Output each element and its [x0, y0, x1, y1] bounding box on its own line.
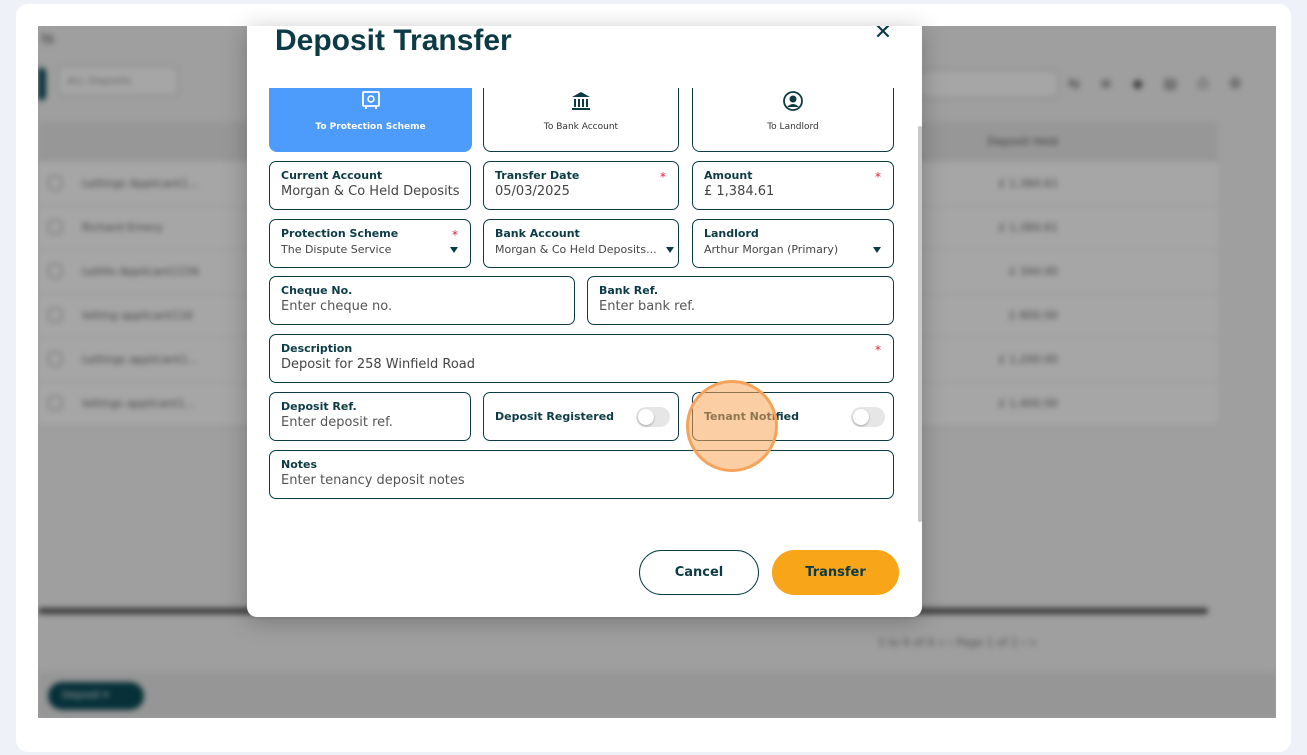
field-label: Description	[281, 342, 353, 355]
tenant-notified-field: Tenant Notified	[692, 392, 894, 441]
field-placeholder: Enter cheque no.	[281, 299, 393, 314]
bank-ref-input[interactable]: Bank Ref. Enter bank ref.	[587, 276, 894, 325]
protection-scheme-select[interactable]: Protection Scheme The Dispute Service *	[269, 219, 471, 268]
field-value: 05/03/2025	[495, 184, 570, 199]
tab-to-protection-scheme[interactable]: To Protection Scheme	[269, 88, 472, 152]
required-marker: *	[875, 343, 881, 357]
description-input[interactable]: Description Deposit for 258 Winfield Roa…	[269, 334, 894, 383]
field-label: Notes	[281, 458, 318, 471]
deposit-registered-toggle[interactable]	[636, 407, 670, 427]
user-circle-icon	[693, 90, 893, 112]
notes-input[interactable]: Notes Enter tenancy deposit notes	[269, 450, 894, 499]
deposit-registered-field: Deposit Registered	[483, 392, 679, 441]
bank-icon	[484, 90, 678, 112]
close-icon[interactable]: ✕	[871, 26, 895, 46]
field-value: £ 1,384.61	[704, 184, 775, 199]
chevron-down-icon	[666, 247, 674, 253]
field-label: Deposit Ref.	[281, 400, 357, 413]
deposit-transfer-modal: Deposit Transfer ✕ To Protection Scheme …	[247, 26, 922, 617]
tenant-notified-toggle[interactable]	[851, 407, 885, 427]
tab-to-bank-account[interactable]: To Bank Account	[483, 88, 679, 152]
tab-label: To Landlord	[767, 122, 819, 132]
required-marker: *	[660, 170, 666, 184]
transfer-date-field[interactable]: Transfer Date 05/03/2025 *	[483, 161, 679, 210]
deposit-ref-input[interactable]: Deposit Ref. Enter deposit ref.	[269, 392, 471, 441]
field-placeholder: Enter bank ref.	[599, 299, 695, 314]
field-placeholder: Enter tenancy deposit notes	[281, 473, 465, 488]
chevron-down-icon	[873, 247, 881, 253]
tab-to-landlord[interactable]: To Landlord	[692, 88, 894, 152]
field-label: Bank Ref.	[599, 284, 659, 297]
tab-label: To Protection Scheme	[315, 122, 426, 132]
field-value: Morgan & Co Held Deposits...	[495, 243, 657, 256]
required-marker: *	[452, 228, 458, 242]
cancel-button[interactable]: Cancel	[639, 550, 759, 595]
transfer-button[interactable]: Transfer	[772, 550, 899, 595]
bank-account-select[interactable]: Bank Account Morgan & Co Held Deposits..…	[483, 219, 679, 268]
field-label: Protection Scheme	[281, 227, 399, 240]
toggle-label: Tenant Notified	[704, 410, 799, 423]
field-label: Current Account	[281, 169, 383, 182]
cheque-no-input[interactable]: Cheque No. Enter cheque no.	[269, 276, 575, 325]
field-placeholder: Enter deposit ref.	[281, 415, 393, 430]
required-marker: *	[875, 170, 881, 184]
modal-title: Deposit Transfer	[275, 26, 512, 57]
field-value: The Dispute Service	[281, 243, 392, 256]
field-value: Arthur Morgan (Primary)	[704, 243, 839, 256]
field-label: Transfer Date	[495, 169, 580, 182]
modal-scrollbar[interactable]	[918, 126, 922, 522]
field-value: Morgan & Co Held Deposits	[281, 184, 459, 199]
toggle-label: Deposit Registered	[495, 410, 615, 423]
tab-label: To Bank Account	[543, 122, 619, 132]
safe-icon	[270, 90, 471, 112]
field-label: Cheque No.	[281, 284, 353, 297]
field-label: Bank Account	[495, 227, 580, 240]
field-value: Deposit for 258 Winfield Road	[281, 357, 476, 372]
field-label: Landlord	[704, 227, 759, 240]
amount-field[interactable]: Amount £ 1,384.61 *	[692, 161, 894, 210]
chevron-down-icon	[450, 247, 458, 253]
field-label: Amount	[704, 169, 753, 182]
current-account-field[interactable]: Current Account Morgan & Co Held Deposit…	[269, 161, 471, 210]
landlord-select[interactable]: Landlord Arthur Morgan (Primary)	[692, 219, 894, 268]
